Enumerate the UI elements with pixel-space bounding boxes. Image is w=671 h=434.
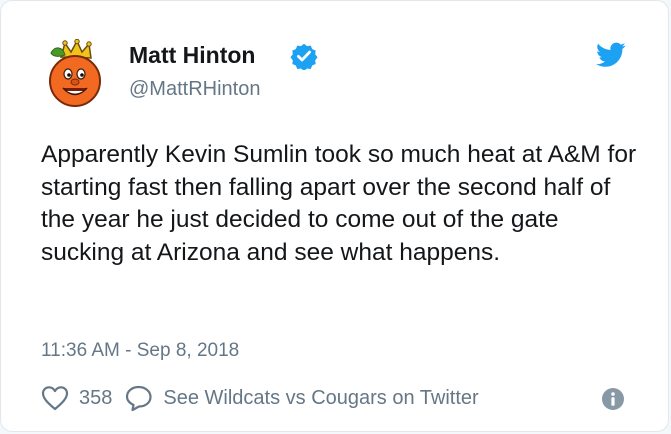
- heart-icon[interactable]: [41, 385, 69, 411]
- tweet-actions: 358 See Wildcats vs Cougars on Twitter: [41, 382, 479, 414]
- reply-bubble-icon[interactable]: [125, 384, 153, 412]
- verified-badge-icon: [290, 43, 318, 70]
- see-conversation-link[interactable]: See Wildcats vs Cougars on Twitter: [163, 387, 478, 410]
- author-display-name[interactable]: Matt Hinton: [129, 41, 255, 69]
- info-icon[interactable]: [601, 387, 625, 411]
- tweet-timestamp[interactable]: 11:36 AM - Sep 8, 2018: [41, 339, 239, 363]
- tweet-text: Apparently Kevin Sumlin took so much hea…: [41, 141, 637, 266]
- tweet-card: Matt Hinton @MattRHinton Apparently Kevi…: [0, 0, 669, 432]
- author-handle[interactable]: @MattRHinton: [129, 76, 260, 102]
- avatar[interactable]: [41, 39, 109, 107]
- like-count[interactable]: 358: [79, 387, 112, 410]
- twitter-bird-icon[interactable]: [596, 42, 626, 68]
